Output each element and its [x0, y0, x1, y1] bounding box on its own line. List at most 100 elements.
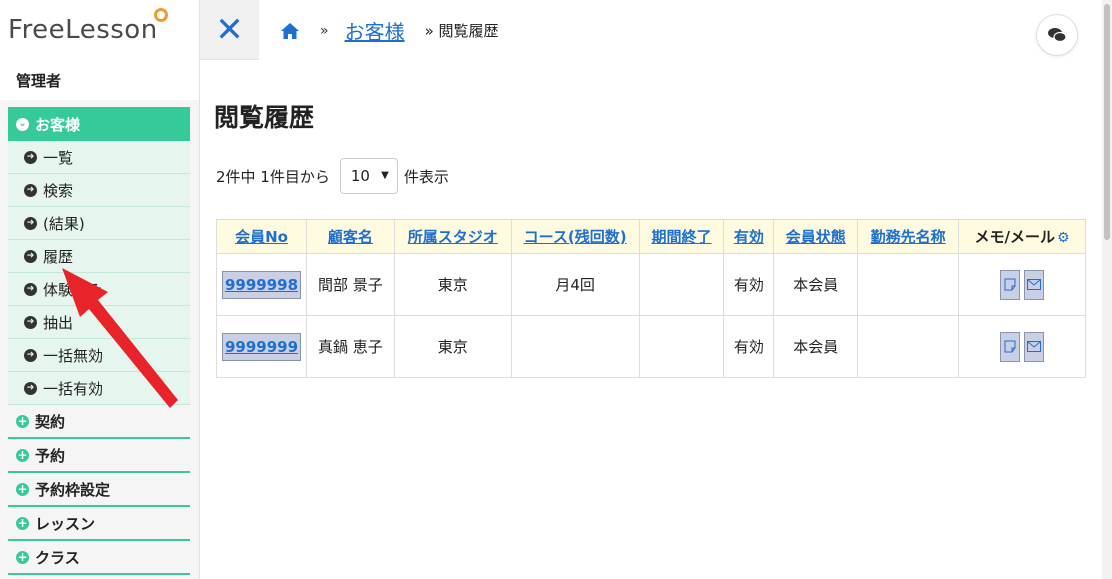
col-workplace[interactable]: 勤務先名称	[857, 219, 960, 254]
sidebar-item-search[interactable]: ➜ 検索	[8, 174, 190, 207]
close-icon: ✕	[215, 9, 244, 50]
sidebar-item-trial[interactable]: ➜ 体験済み	[8, 273, 190, 306]
pager: 2件中 1件目から 10 ▼ 件表示	[216, 158, 449, 194]
sidebar-item-label: 履歴	[43, 247, 74, 266]
cell-status: 本会員	[773, 315, 859, 378]
cell-workplace	[857, 315, 960, 378]
memo-button[interactable]	[1000, 269, 1021, 300]
breadcrumb-link-customers[interactable]: お客様	[345, 16, 405, 45]
sidebar-item-bulk-disable[interactable]: ➜ 一括無効	[8, 339, 190, 372]
cell-workplace	[857, 253, 960, 316]
pager-prefix: 2件中 1件目から	[216, 167, 330, 186]
col-course[interactable]: コース(残回数)	[510, 219, 640, 254]
gear-icon[interactable]: ⚙	[1057, 230, 1070, 246]
plus-icon: +	[16, 516, 29, 530]
col-studio[interactable]: 所属スタジオ	[393, 219, 512, 254]
menu-group-class[interactable]: + クラス	[8, 541, 190, 575]
close-sidebar-button[interactable]: ✕	[200, 0, 259, 60]
chevron-down-icon: ⌄	[16, 117, 29, 131]
cell-active: 有効	[723, 315, 775, 378]
arrow-right-icon: ➜	[24, 282, 37, 296]
cell-memo-mail	[958, 315, 1086, 378]
per-page-select[interactable]: 10 ▼	[339, 158, 398, 194]
memo-button[interactable]	[1000, 331, 1021, 362]
sort-link[interactable]: 会員状態	[786, 228, 846, 246]
menu-group-slot-settings[interactable]: + 予約枠設定	[8, 473, 190, 507]
cell-course: 月4回	[510, 253, 640, 316]
arrow-right-icon: ➜	[24, 249, 37, 263]
home-icon[interactable]	[280, 22, 300, 40]
sidebar-item-bulk-enable[interactable]: ➜ 一括有効	[8, 372, 190, 405]
sort-link[interactable]: 有効	[734, 228, 764, 246]
arrow-right-icon: ➜	[24, 348, 37, 362]
menu-group-label: 契約	[35, 412, 66, 431]
scrollbar-thumb[interactable]	[1104, 4, 1110, 240]
logo-pin-icon	[153, 8, 168, 22]
cell-memo-mail	[958, 253, 1086, 316]
sidebar-item-results[interactable]: ➜ (結果)	[8, 207, 190, 240]
cell-studio: 東京	[393, 315, 512, 378]
per-page-value: 10	[350, 167, 370, 185]
mail-button[interactable]	[1024, 269, 1045, 300]
plus-icon: +	[16, 448, 29, 462]
table-row: 9999999 真鍋 恵子 東京 有効 本会員	[216, 315, 1086, 378]
menu-group-label: 予約	[35, 446, 66, 465]
chevron-down-icon: ▼	[381, 170, 389, 181]
sort-link[interactable]: 所属スタジオ	[408, 228, 498, 246]
plus-icon: +	[16, 414, 29, 428]
sort-link[interactable]: 期間終了	[651, 228, 711, 246]
member-id-button[interactable]: 9999999	[221, 332, 302, 361]
sort-link[interactable]: 顧客名	[328, 228, 373, 246]
scrollbar[interactable]	[1102, 0, 1112, 579]
member-id-button[interactable]: 9999998	[221, 270, 302, 299]
table-header-row: 会員No 顧客名 所属スタジオ コース(残回数) 期間終了 有効 会員状態 勤務…	[216, 219, 1086, 254]
plus-icon: +	[16, 482, 29, 496]
memo-icon	[1004, 278, 1016, 291]
arrow-right-icon: ➜	[24, 381, 37, 395]
cell-member-no: 9999999	[216, 315, 307, 378]
sidebar-item-label: 一覧	[43, 148, 74, 167]
sort-link[interactable]: コース(残回数)	[524, 228, 627, 246]
col-status[interactable]: 会員状態	[773, 219, 859, 254]
menu-group-customers[interactable]: ⌄ お客様	[8, 107, 190, 141]
col-name[interactable]: 顧客名	[305, 219, 395, 254]
page-title: 閲覧履歴	[214, 103, 315, 132]
sort-link[interactable]: 勤務先名称	[871, 228, 946, 246]
chat-button[interactable]	[1036, 14, 1078, 56]
menu-group-label: クラス	[35, 548, 80, 567]
mail-icon	[1027, 279, 1042, 290]
col-member-no[interactable]: 会員No	[216, 219, 307, 254]
mail-button[interactable]	[1024, 331, 1045, 362]
menu-group-label: お客様	[35, 115, 81, 134]
col-end[interactable]: 期間終了	[638, 219, 725, 254]
arrow-right-icon: ➜	[24, 315, 37, 329]
sort-link[interactable]: 会員No	[235, 228, 288, 246]
cell-course	[510, 315, 640, 378]
role-label: 管理者	[0, 60, 199, 100]
menu-group-reservation[interactable]: + 予約	[8, 439, 190, 473]
col-active[interactable]: 有効	[723, 219, 775, 254]
chat-icon	[1048, 28, 1067, 43]
col-label: メモ/メール	[974, 228, 1055, 246]
sidebar-item-label: 一括無効	[43, 346, 104, 365]
sidebar-item-label: (結果)	[43, 214, 85, 233]
sidebar-item-extract[interactable]: ➜ 抽出	[8, 306, 190, 339]
table-row: 9999998 間部 景子 東京 月4回 有効 本会員	[216, 253, 1086, 316]
sidebar-item-label: 一括有効	[43, 379, 104, 398]
logo-text: FreeLesson	[8, 15, 158, 45]
sidebar-item-list[interactable]: ➜ 一覧	[8, 141, 190, 174]
arrow-right-icon: ➜	[24, 216, 37, 230]
menu-group-lesson[interactable]: + レッスン	[8, 507, 190, 541]
logo[interactable]: FreeLesson	[0, 0, 199, 60]
breadcrumb-separator: »	[320, 22, 329, 39]
sidebar-item-history[interactable]: ➜ 履歴	[8, 240, 190, 273]
memo-icon	[1004, 340, 1016, 353]
plus-icon: +	[16, 550, 29, 564]
breadcrumb: » お客様 » 閲覧履歴	[280, 16, 499, 45]
cell-name: 真鍋 恵子	[305, 315, 395, 378]
cell-member-no: 9999998	[216, 253, 307, 316]
breadcrumb-current: » 閲覧履歴	[424, 22, 499, 40]
cell-status: 本会員	[773, 253, 859, 316]
cell-end	[638, 253, 725, 316]
menu-group-contract[interactable]: + 契約	[8, 405, 190, 439]
